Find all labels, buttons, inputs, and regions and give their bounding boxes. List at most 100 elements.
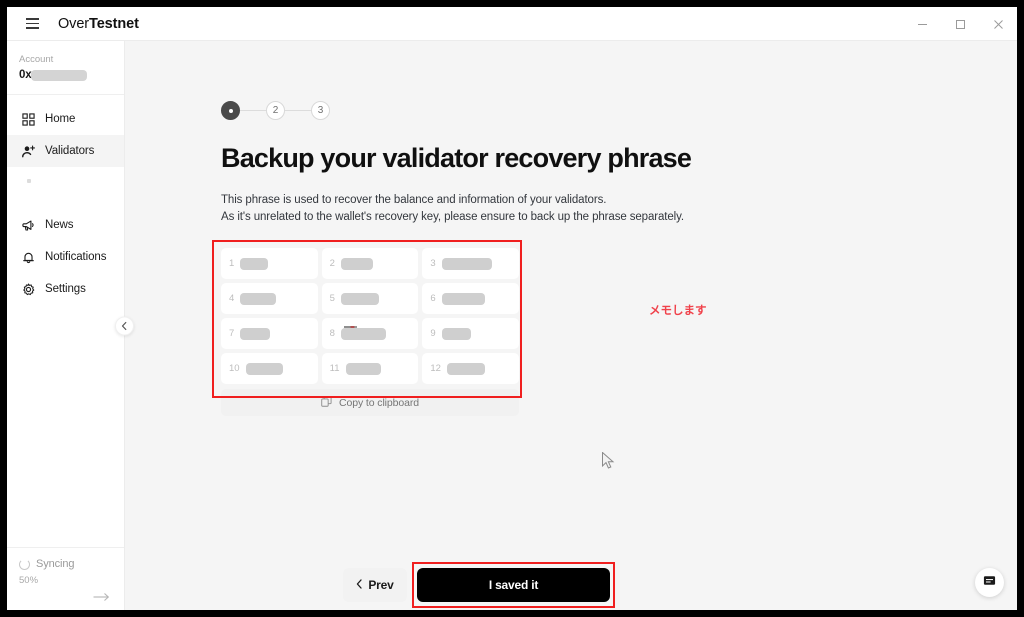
mnemonic-word-index: 9: [430, 328, 436, 340]
mnemonic-word-cell: 12: [422, 353, 519, 385]
application-window: OverTestnet Account 0x Home Validators N…: [7, 7, 1017, 610]
primary-button-wrap: I saved it: [412, 562, 615, 608]
sidebar-item-label: Settings: [45, 283, 86, 295]
mnemonic-word-index: 6: [430, 293, 436, 305]
page-description: This phrase is used to recover the balan…: [221, 192, 1017, 226]
sidebar: Account 0x Home Validators News Notifica…: [7, 41, 134, 610]
step-connector: [285, 110, 311, 111]
mnemonic-word-redacted: [240, 327, 271, 340]
account-address: 0x: [19, 69, 114, 81]
page-title: Backup your validator recovery phrase: [221, 143, 692, 173]
account-label: Account: [19, 54, 54, 65]
step-connector: [240, 110, 266, 111]
gear-icon: [21, 282, 35, 296]
loading-spinner-icon: [19, 558, 30, 570]
sidebar-nav: Home Validators News Notifications Setti…: [7, 95, 124, 305]
mnemonic-word-index: 4: [229, 293, 235, 305]
chat-support-button[interactable]: [975, 568, 1004, 597]
mnemonic-word-cell: 2: [321, 248, 419, 280]
account-address-prefix: 0x: [19, 69, 32, 81]
megaphone-icon: [21, 218, 35, 232]
mnemonic-word-cell: 8: [321, 318, 419, 350]
step-1[interactable]: [221, 101, 240, 120]
annotation-memo: メモします: [649, 305, 707, 317]
mnemonic-word-redacted: [245, 362, 283, 375]
stepper: 2 3: [221, 101, 1017, 120]
sidebar-item-validators[interactable]: Validators: [7, 135, 124, 167]
title-bar: OverTestnet: [7, 7, 1017, 41]
window-controls: [903, 7, 1017, 41]
mnemonic-word-redacted: [441, 327, 471, 340]
copy-to-clipboard-label: Copy to clipboard: [338, 396, 419, 409]
prev-button[interactable]: Prev: [343, 568, 407, 602]
mnemonic-word-index: 12: [430, 363, 441, 375]
copy-icon: [321, 394, 332, 412]
copy-to-clipboard-button[interactable]: Copy to clipboard: [221, 389, 519, 417]
mnemonic-word-index: 11: [329, 363, 340, 375]
sidebar-item-label: Validators: [45, 145, 95, 157]
account-box[interactable]: Account 0x: [7, 41, 124, 95]
account-address-redacted: [31, 69, 88, 81]
app-title-bold: Testnet: [89, 15, 139, 32]
mnemonic-word-redacted: [441, 257, 492, 270]
sidebar-item-label: Home: [45, 113, 76, 125]
sidebar-collapse-button[interactable]: [115, 316, 134, 335]
mnemonic-word-cell: 5: [321, 283, 419, 315]
mnemonic-word-cell: 7: [221, 318, 318, 350]
mnemonic-word-cell: 6: [422, 283, 519, 315]
chevron-left-icon: [356, 576, 363, 594]
sidebar-item-news[interactable]: News: [7, 209, 124, 241]
step-3[interactable]: 3: [311, 101, 330, 120]
app-title-regular: Over: [58, 15, 90, 32]
mnemonic-word-cell: 11: [321, 353, 419, 385]
mnemonic-word-index: 3: [430, 258, 436, 270]
sidebar-item-notifications[interactable]: Notifications: [7, 241, 124, 273]
mnemonic-word-redacted: [240, 257, 269, 270]
sidebar-item-home[interactable]: Home: [7, 103, 124, 135]
hamburger-menu-icon[interactable]: [17, 7, 47, 41]
prev-button-label: Prev: [368, 578, 394, 592]
mnemonic-word-redacted: [441, 292, 485, 305]
mnemonic-word-redacted: [240, 292, 277, 305]
i-saved-it-button[interactable]: I saved it: [417, 568, 610, 602]
mnemonic-word-redacted: [345, 362, 381, 375]
sidebar-item-settings[interactable]: Settings: [7, 273, 124, 305]
sidebar-subitem-indicator: [7, 167, 124, 195]
arrow-right-icon[interactable]: [19, 592, 114, 602]
person-add-icon: [21, 144, 35, 158]
mnemonic-grid: 1 2 3 4 5 6 7 8 9 10 11 12: [221, 248, 519, 385]
sync-label: Syncing: [36, 558, 75, 570]
app-title: OverTestnet: [58, 16, 139, 32]
grid-icon: [21, 112, 35, 126]
mnemonic-word-redacted: [340, 327, 386, 340]
mnemonic-word-index: 7: [229, 328, 235, 340]
mnemonic-word-cell: 9: [422, 318, 519, 350]
chat-bubble-icon: [983, 574, 996, 592]
sidebar-item-label: Notifications: [45, 251, 107, 263]
mnemonic-word-index: 8: [329, 328, 335, 340]
mnemonic-word-cell: 4: [221, 283, 318, 315]
content-column: 2 3 Backup your validator recovery phras…: [125, 41, 1017, 417]
footer-button-row: Prev I saved it: [343, 562, 615, 608]
mnemonic-word-redacted: [340, 257, 373, 270]
mouse-pointer-icon: [602, 451, 615, 475]
bell-icon: [21, 250, 35, 264]
page-description-line-1: This phrase is used to recover the balan…: [221, 194, 607, 207]
mnemonic-word-cell: 3: [422, 248, 519, 280]
mnemonic-word-redacted: [340, 292, 379, 305]
mnemonic-word-index: 2: [329, 258, 335, 270]
mnemonic-section: 1 2 3 4 5 6 7 8 9 10 11 12 Copy to clipb…: [212, 240, 522, 417]
mnemonic-word-cell: 1: [221, 248, 318, 280]
page-description-line-2: As it's unrelated to the wallet's recove…: [221, 211, 685, 224]
main-content: 2 3 Backup your validator recovery phras…: [125, 41, 1017, 610]
maximize-icon[interactable]: [941, 7, 979, 41]
sidebar-item-label: News: [45, 219, 74, 231]
close-icon[interactable]: [979, 7, 1017, 41]
mnemonic-word-index: 1: [229, 258, 235, 270]
mnemonic-word-index: 5: [329, 293, 335, 305]
sync-percent: 50%: [19, 575, 39, 586]
step-2[interactable]: 2: [266, 101, 285, 120]
mnemonic-word-redacted: [446, 362, 485, 375]
minimize-icon[interactable]: [903, 7, 941, 41]
